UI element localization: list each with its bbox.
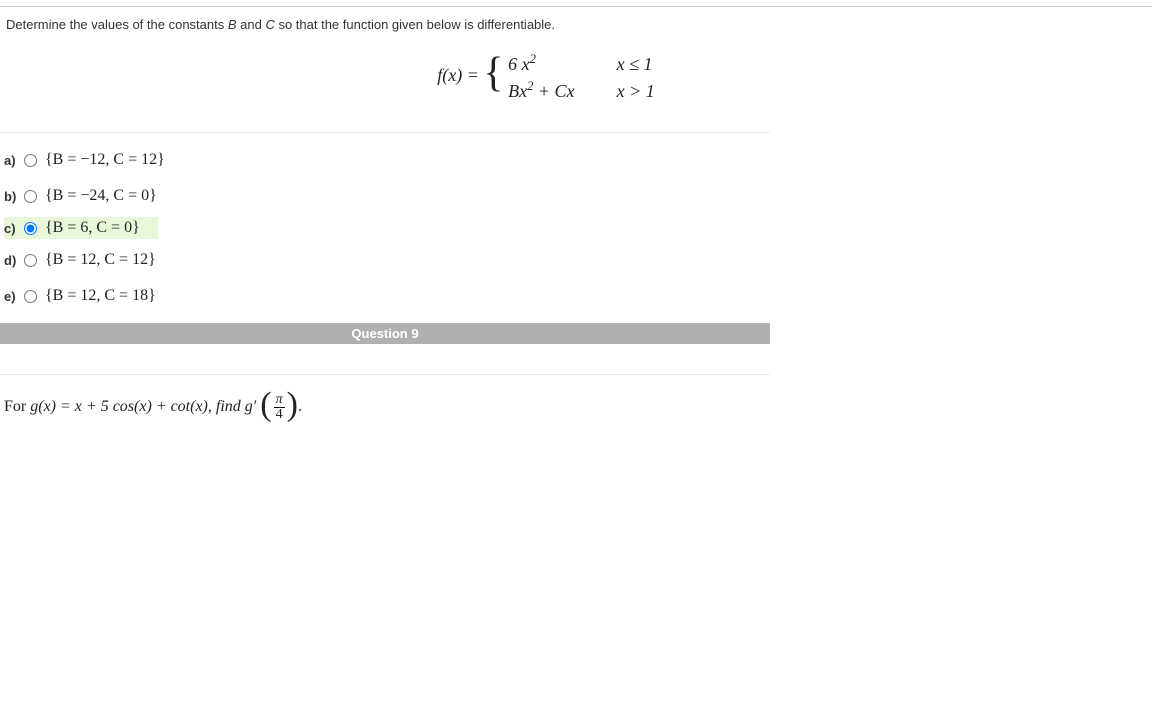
- option-c-text: {B = 6, C = 0}: [45, 219, 140, 237]
- q9-period: .: [298, 398, 302, 415]
- pi-over-4: π4: [274, 393, 285, 422]
- option-d-text: {B = 12, C = 12}: [45, 251, 156, 269]
- option-a-text: {B = −12, C = 12}: [45, 151, 165, 169]
- prompt-text-2: and: [237, 17, 266, 32]
- option-c-radio[interactable]: [24, 222, 37, 235]
- prompt-text-3: so that the function given below is diff…: [275, 17, 555, 32]
- const-C: C: [265, 17, 274, 32]
- q8-formula: f(x) = { 6 x2 x ≤ 1 Bx2 + Cx x > 1: [0, 42, 1152, 132]
- prompt-text-1: Determine the values of the constants: [6, 17, 228, 32]
- q8-options: a) {B = −12, C = 12} b) {B = −24, C = 0}…: [0, 145, 1152, 311]
- option-d[interactable]: d) {B = 12, C = 12}: [4, 245, 1152, 275]
- q9-prompt: For g(x) = x + 5 cos(x) + cot(x), find g…: [0, 393, 1152, 422]
- option-letter: e): [4, 289, 24, 304]
- question-divider-top: [0, 6, 1152, 7]
- option-e-text: {B = 12, C = 18}: [45, 287, 156, 305]
- option-letter: c): [4, 221, 24, 236]
- option-b[interactable]: b) {B = −24, C = 0}: [4, 181, 1152, 211]
- q9-gdef: g(x) = x + 5 cos(x) + cot(x), find g′: [30, 398, 256, 415]
- lparen-icon: (: [260, 386, 271, 423]
- fx-label: f(x) =: [437, 65, 479, 86]
- const-B: B: [228, 17, 237, 32]
- q9-divider: [0, 374, 770, 375]
- q8-prompt: Determine the values of the constants B …: [0, 13, 1152, 42]
- options-divider: [0, 132, 770, 133]
- case1-cond: x ≤ 1: [593, 53, 653, 75]
- option-letter: a): [4, 153, 24, 168]
- option-d-radio[interactable]: [24, 254, 37, 267]
- rparen-icon: ): [287, 386, 298, 423]
- case2-expr: Bx2 + Cx: [508, 75, 588, 102]
- case1-expr: 6 x2: [508, 48, 588, 75]
- option-e[interactable]: e) {B = 12, C = 18}: [4, 281, 1152, 311]
- option-letter: b): [4, 189, 24, 204]
- option-e-radio[interactable]: [24, 290, 37, 303]
- option-a-radio[interactable]: [24, 154, 37, 167]
- brace-icon: {: [483, 52, 503, 94]
- option-a[interactable]: a) {B = −12, C = 12}: [4, 145, 1152, 175]
- case2-cond: x > 1: [593, 80, 655, 102]
- option-b-radio[interactable]: [24, 190, 37, 203]
- option-b-text: {B = −24, C = 0}: [45, 187, 157, 205]
- option-c[interactable]: c) {B = 6, C = 0}: [4, 217, 158, 239]
- question-9-header: Question 9: [0, 323, 770, 344]
- option-letter: d): [4, 253, 24, 268]
- q9-for: For: [4, 398, 30, 415]
